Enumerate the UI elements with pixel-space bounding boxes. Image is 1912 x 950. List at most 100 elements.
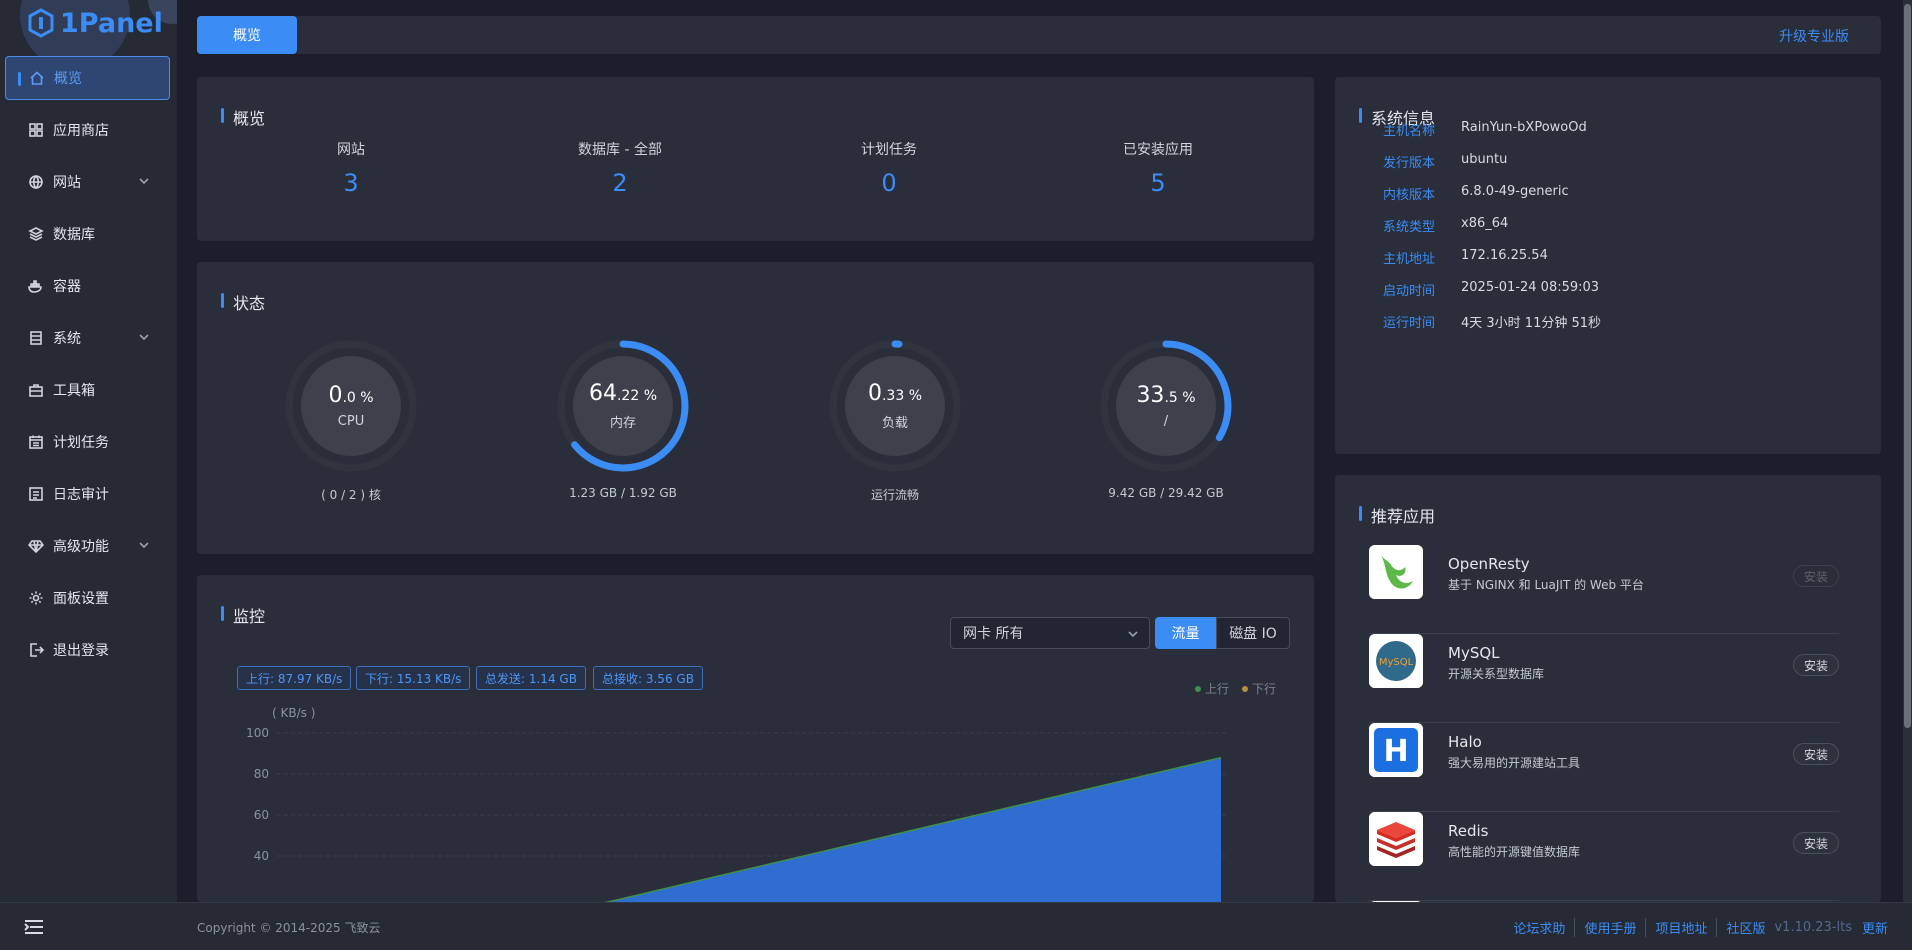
sidebar-item-label: 应用商店 (53, 123, 109, 139)
gauge-footnote: 9.42 GB / 29.42 GB (1108, 486, 1224, 500)
svg-text:H: H (1383, 734, 1408, 769)
overview-card: 概览 网站 3 数据库 - 全部 2 计划任务 0 已安装应用 5 (197, 77, 1314, 241)
app-description: 强大易用的开源建站工具 (1448, 756, 1581, 770)
chart-area-upload (607, 757, 1221, 902)
sidebar-item-system[interactable]: 系统 (5, 316, 170, 360)
sidebar-item-label: 工具箱 (53, 383, 95, 399)
sidebar-item-label: 系统 (53, 331, 81, 347)
scrollbar-thumb[interactable] (1904, 4, 1911, 728)
info-row: 运行时间 4天 3小时 11分钟 51秒 (1383, 312, 1601, 331)
update-link[interactable]: 更新 (1856, 918, 1888, 937)
gauge-memory[interactable]: 64.22 % 内存 1.23 GB / 1.92 GB (523, 338, 723, 500)
info-value: RainYun-bXPowoOd (1461, 120, 1587, 135)
sidebar: 1Panel 概览 应用商店 网站 数据库 容器 系统 工具箱 计划任务 日志审… (0, 0, 177, 902)
halo-logo-icon: H (1369, 723, 1423, 777)
info-value: 4天 3小时 11分钟 51秒 (1461, 316, 1602, 331)
stat-websites[interactable]: 网站 3 (251, 139, 451, 197)
sidebar-item-app-store[interactable]: 应用商店 (5, 108, 170, 152)
sidebar-item-label: 网站 (53, 175, 81, 191)
app-item-redis[interactable]: Redis 高性能的开源键值数据库 安装 (1369, 812, 1839, 901)
install-button[interactable]: 安装 (1792, 832, 1839, 854)
page-scrollbar[interactable] (1903, 0, 1912, 902)
app-item-openresty[interactable]: OpenResty 基于 NGINX 和 LuaJIT 的 Web 平台 安装 (1369, 545, 1839, 634)
sidebar-item-cron[interactable]: 计划任务 (5, 420, 170, 464)
sidebar-item-label: 计划任务 (53, 435, 109, 451)
sidebar-item-label: 面板设置 (53, 591, 109, 607)
gauge-disk[interactable]: 33.5 % / 9.42 GB / 29.42 GB (1066, 338, 1266, 500)
server-icon (27, 329, 45, 347)
home-icon (28, 69, 46, 87)
sidebar-item-database[interactable]: 数据库 (5, 212, 170, 256)
copyright: Copyright © 2014-2025 飞致云 (197, 921, 381, 935)
sidebar-item-logs[interactable]: 日志审计 (5, 472, 170, 516)
sidebar-item-toolbox[interactable]: 工具箱 (5, 368, 170, 412)
stat-label: 已安装应用 (1123, 142, 1193, 158)
stat-label: 网站 (337, 142, 365, 158)
sidebar-menu: 概览 应用商店 网站 数据库 容器 系统 工具箱 计划任务 日志审计 高级功能 … (5, 56, 170, 680)
app-item-mysql[interactable]: MySQL MySQL 开源关系型数据库 安装 (1369, 634, 1839, 723)
system-info-card: 系统信息 主机名称 RainYun-bXPowoOd 发行版本 ubuntu 内核版本 6… (1335, 77, 1881, 454)
gauge-value-dec: .0 % (342, 390, 374, 406)
monitor-card: 监控 网卡 所有 流量 磁盘 IO 上行: 87.97 KB/s 下行: 15.… (197, 575, 1314, 902)
sidebar-item-label: 容器 (53, 279, 81, 295)
stat-value[interactable]: 2 (520, 169, 720, 197)
sidebar-item-label: 日志审计 (53, 487, 109, 503)
stat-label: 数据库 - 全部 (578, 142, 662, 158)
sidebar-item-label: 概览 (54, 71, 82, 87)
gear-icon (27, 589, 45, 607)
sidebar-item-advanced[interactable]: 高级功能 (5, 524, 170, 568)
menu-collapse-icon[interactable] (24, 919, 44, 935)
sidebar-item-overview[interactable]: 概览 (5, 56, 170, 100)
gauge-value-dec: .33 % (881, 388, 923, 404)
logo-text: 1Panel (60, 7, 163, 39)
mysql-logo-icon: MySQL (1369, 634, 1423, 688)
tab-overview[interactable]: 概览 (197, 16, 297, 54)
footer: Copyright © 2014-2025 飞致云 论坛求助 使用手册 项目地址… (0, 902, 1912, 950)
stat-cron[interactable]: 计划任务 0 (789, 139, 989, 197)
install-button[interactable]: 安装 (1792, 743, 1839, 765)
chart-y-tick-label: 80 (254, 767, 269, 781)
footer-links: 论坛求助 使用手册 项目地址 社区版 v1.10.23-lts 更新 (1504, 918, 1888, 937)
manual-link[interactable]: 使用手册 (1574, 918, 1645, 937)
sidebar-item-label: 退出登录 (53, 643, 109, 659)
logout-icon (27, 641, 45, 659)
gauge-name: / (1163, 414, 1169, 429)
gauge-value: 0.33 % (868, 381, 922, 406)
layers-icon (27, 225, 45, 243)
gauge-name: 内存 (609, 416, 636, 431)
info-key: 主机名称 (1383, 124, 1436, 139)
info-key: 主机地址 (1383, 252, 1436, 267)
info-row: 主机地址 172.16.25.54 (1383, 248, 1548, 267)
gauge-footnote: 运行流畅 (870, 488, 919, 502)
stat-installed-apps[interactable]: 已安装应用 5 (1058, 139, 1258, 197)
stat-value[interactable]: 0 (789, 169, 989, 197)
install-button[interactable]: 安装 (1792, 654, 1839, 676)
chart-y-tick-label: 100 (246, 726, 269, 740)
status-card: 状态 0.0 % CPU( 0 / 2 ) 核 64.22 % 内存 1.23 GB /… (197, 262, 1314, 554)
info-row: 主机名称 RainYun-bXPowoOd (1383, 120, 1587, 139)
gauge-cpu[interactable]: 0.0 % CPU ( 0 / 2 ) 核 (251, 338, 451, 503)
chevron-down-icon (138, 175, 150, 187)
gauge-load[interactable]: 0.33 % 负载 运行流畅 (795, 338, 995, 503)
sidebar-item-settings[interactable]: 面板设置 (5, 576, 170, 620)
sidebar-item-containers[interactable]: 容器 (5, 264, 170, 308)
install-button[interactable]: 安装 (1792, 565, 1839, 587)
community-edition-link[interactable]: 社区版 (1716, 918, 1774, 937)
redis-logo-icon (1369, 812, 1423, 866)
stat-value[interactable]: 3 (251, 169, 451, 197)
app-item-halo[interactable]: H Halo 强大易用的开源建站工具 安装 (1369, 723, 1839, 812)
info-row: 启动时间 2025-01-24 08:59:03 (1383, 280, 1599, 299)
app-name: Redis (1448, 822, 1489, 840)
logo[interactable]: 1Panel (28, 6, 163, 40)
stat-value[interactable]: 5 (1058, 169, 1258, 197)
card-title: 状态 (221, 290, 265, 314)
sidebar-item-label: 数据库 (53, 227, 95, 243)
sidebar-item-websites[interactable]: 网站 (5, 160, 170, 204)
stat-databases[interactable]: 数据库 - 全部 2 (520, 139, 720, 197)
project-link[interactable]: 项目地址 (1645, 918, 1716, 937)
upgrade-pro-link[interactable]: 升级专业版 (1779, 26, 1849, 46)
forum-link[interactable]: 论坛求助 (1504, 918, 1574, 937)
chart-y-tick-label: 60 (254, 808, 269, 822)
sidebar-item-logout[interactable]: 退出登录 (5, 628, 170, 672)
gauge-center: 0.0 % CPU (251, 338, 451, 474)
